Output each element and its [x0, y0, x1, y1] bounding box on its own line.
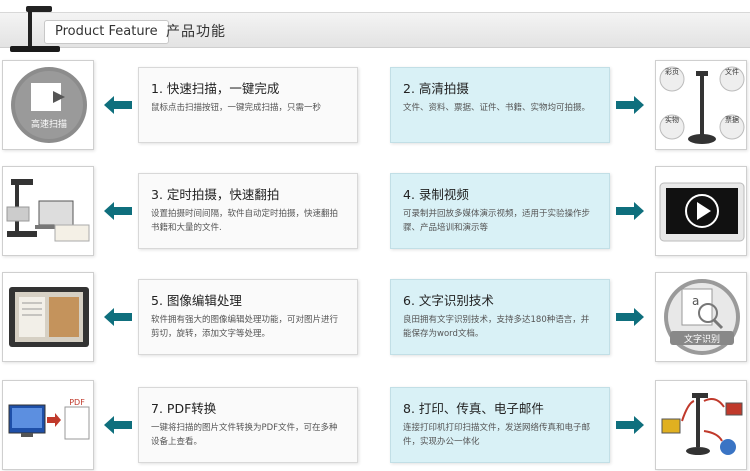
feature-title: 1. 快速扫描，一键完成	[151, 81, 280, 96]
feature-title: 3. 定时拍摄，快速翻拍	[151, 187, 280, 202]
pdf-thumbnail: PDF	[2, 380, 94, 470]
feature-desc: 良田拥有文字识别技术，支持多达180种语言，并能保存为word文档。	[403, 315, 590, 339]
feature-title: 4. 录制视频	[403, 187, 469, 202]
timed-capture-thumbnail	[2, 166, 94, 256]
feature-card-8: 8. 打印、传真、电子邮件 连接打印机打印扫描文件，发送网络传真和电子邮件，实现…	[390, 387, 610, 463]
feature-title: 6. 文字识别技术	[403, 293, 494, 308]
header-title-cn: 产品功能	[166, 24, 226, 40]
svg-text:文件: 文件	[725, 67, 739, 76]
arrow-right-icon	[616, 96, 644, 114]
pdf-label: PDF	[69, 398, 85, 407]
feature-title: 7. PDF转换	[151, 401, 217, 416]
feature-desc: 可录制并回放多媒体演示视频，适用于实验操作步骤、产品培训和演示等	[403, 209, 591, 233]
feature-title: 8. 打印、传真、电子邮件	[403, 401, 544, 416]
feature-desc: 设置拍摄时间间隔，软件自动定时拍摄，快速翻拍书籍和大量的文件.	[151, 209, 339, 233]
feature-card-3: 3. 定时拍摄，快速翻拍 设置拍摄时间间隔，软件自动定时拍摄，快速翻拍书籍和大量…	[138, 173, 358, 249]
svg-text:彩页: 彩页	[665, 67, 679, 76]
feature-card-5: 5. 图像编辑处理 软件拥有强大的图像编辑处理功能，可对图片进行剪切，旋转，添加…	[138, 279, 358, 355]
feature-title: 2. 高清拍摄	[403, 81, 469, 96]
video-thumbnail	[655, 166, 747, 256]
feature-card-1: 1. 快速扫描，一键完成 鼠标点击扫描按钮，一键完成扫描，只需一秒	[138, 67, 358, 143]
arrow-left-icon	[104, 202, 132, 220]
arrow-right-icon	[616, 416, 644, 434]
fast-scan-thumbnail: 高速扫描	[2, 60, 94, 150]
arrow-left-icon	[104, 308, 132, 326]
feature-card-4: 4. 录制视频 可录制并回放多媒体演示视频，适用于实验操作步骤、产品培训和演示等	[390, 173, 610, 249]
feature-card-6: 6. 文字识别技术 良田拥有文字识别技术，支持多达180种语言，并能保存为wor…	[390, 279, 610, 355]
ocr-label: 文字识别	[684, 333, 720, 345]
feature-desc: 文件、资料、票据、证件、书籍、实物均可拍摄。	[403, 103, 591, 113]
arrow-right-icon	[616, 308, 644, 326]
header-title-en: Product Feature	[44, 20, 169, 44]
feature-card-2: 2. 高清拍摄 文件、资料、票据、证件、书籍、实物均可拍摄。	[390, 67, 610, 143]
feature-card-7: 7. PDF转换 一键将扫描的图片文件转换为PDF文件，可在多种设备上查看。	[138, 387, 358, 463]
feature-desc: 软件拥有强大的图像编辑处理功能，可对图片进行剪切，旋转，添加文字等处理。	[151, 315, 339, 339]
svg-text:实物: 实物	[665, 115, 679, 124]
arrow-left-icon	[104, 416, 132, 434]
feature-desc: 连接打印机打印扫描文件，发送网络传真和电子邮件，实现办公一体化	[403, 423, 591, 447]
doc-types-thumbnail: 彩页 文件 实物 票据	[655, 60, 747, 150]
svg-text:a: a	[692, 294, 699, 308]
feature-desc: 鼠标点击扫描按钮，一键完成扫描，只需一秒	[151, 103, 322, 113]
image-edit-thumbnail	[2, 272, 94, 362]
fast-scan-label: 高速扫描	[31, 118, 67, 130]
ocr-thumbnail: a 文字识别	[655, 272, 747, 362]
feature-desc: 一键将扫描的图片文件转换为PDF文件，可在多种设备上查看。	[151, 423, 338, 447]
svg-text:票据: 票据	[725, 115, 739, 124]
arrow-right-icon	[616, 202, 644, 220]
arrow-left-icon	[104, 96, 132, 114]
print-fax-email-thumbnail	[655, 380, 747, 470]
feature-title: 5. 图像编辑处理	[151, 293, 242, 308]
